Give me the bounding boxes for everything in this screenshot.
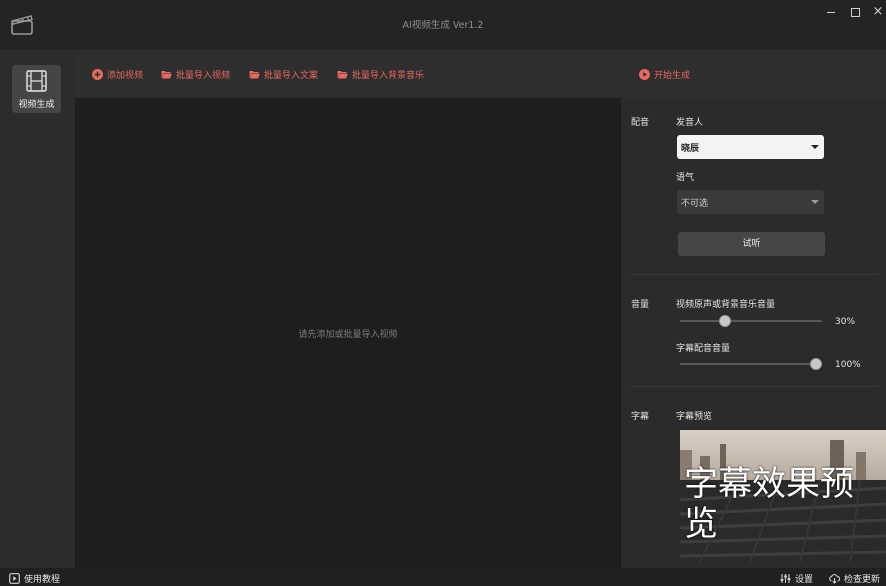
volume-section-label: 音量 <box>631 300 650 310</box>
add-video-label: 添加视频 <box>107 70 144 81</box>
settings-panel: 配音 发音人 晓辰 语气 不可选 试听 音量 视频原声或背景音乐音量 30% 字… <box>621 98 886 568</box>
tutorial-label: 使用教程 <box>24 575 61 585</box>
chevron-down-icon <box>811 200 819 204</box>
voice-select-value: 晓辰 <box>681 143 700 154</box>
video-list-area[interactable]: 请先添加或批量导入视频 <box>75 98 621 568</box>
film-icon <box>26 70 47 92</box>
sliders-icon <box>780 574 791 583</box>
batch-import-video-label: 批量导入视频 <box>176 70 231 81</box>
tutorial-button[interactable]: 使用教程 <box>9 572 60 585</box>
subtitle-preview-text: 字幕效果预览 <box>684 464 854 544</box>
window-title: AI视频生成 Ver1.2 <box>402 20 484 31</box>
batch-import-bgm-label: 批量导入背景音乐 <box>352 70 425 81</box>
folder-open-icon <box>337 70 348 78</box>
add-video-button[interactable]: 添加视频 <box>92 68 144 81</box>
check-update-button[interactable]: 检查更新 <box>829 572 880 585</box>
folder-open-icon <box>161 70 172 78</box>
batch-import-text-button[interactable]: 批量导入文案 <box>249 68 319 81</box>
batch-import-text-label: 批量导入文案 <box>264 70 319 81</box>
maximize-button[interactable] <box>849 6 861 18</box>
cloud-download-icon <box>829 574 840 584</box>
subtitle-preview-image: 字幕效果预览 <box>680 430 886 562</box>
settings-label: 设置 <box>795 575 814 585</box>
plus-circle-icon <box>92 68 103 80</box>
sidebar-item-label: 视频生成 <box>18 100 55 110</box>
sidebar: 视频生成 <box>0 50 75 568</box>
slider-thumb[interactable] <box>810 358 822 370</box>
slider-track <box>680 363 822 365</box>
start-generate-label: 开始生成 <box>654 70 691 81</box>
play-square-icon <box>9 573 20 584</box>
dubbing-section-label: 配音 <box>631 118 650 128</box>
batch-import-bgm-button[interactable]: 批量导入背景音乐 <box>337 68 425 81</box>
divider <box>629 274 879 275</box>
folder-open-icon <box>249 70 260 78</box>
divider <box>629 386 879 387</box>
dub-volume-slider[interactable] <box>680 358 822 370</box>
voice-select[interactable]: 晓辰 <box>677 135 824 159</box>
title-bar: AI视频生成 Ver1.2 × <box>0 0 886 50</box>
dub-volume-value: 100% <box>835 360 861 370</box>
subtitle-section-label: 字幕 <box>631 412 650 422</box>
sidebar-item-video-generation[interactable]: 视频生成 <box>12 65 61 113</box>
tone-select[interactable]: 不可选 <box>677 190 824 214</box>
slider-track <box>680 320 822 322</box>
voice-label: 发音人 <box>676 118 704 128</box>
start-generate-button[interactable]: 开始生成 <box>639 68 691 81</box>
tone-select-value: 不可选 <box>681 198 709 209</box>
status-bar: 使用教程 设置 检查更新 <box>0 568 886 586</box>
subtitle-preview-label: 字幕预览 <box>676 412 713 422</box>
close-button[interactable]: × <box>872 5 884 18</box>
slider-thumb[interactable] <box>719 315 731 327</box>
settings-button[interactable]: 设置 <box>780 572 813 585</box>
dub-volume-label: 字幕配音音量 <box>676 344 731 354</box>
chevron-down-icon <box>811 145 819 149</box>
tone-label: 语气 <box>676 173 695 183</box>
batch-import-video-button[interactable]: 批量导入视频 <box>161 68 231 81</box>
bgm-volume-value: 30% <box>835 317 856 327</box>
bgm-volume-slider[interactable] <box>680 315 822 327</box>
toolbar: 添加视频 批量导入视频 批量导入文案 批量导入背景音乐 开始生成 <box>75 50 886 98</box>
minimize-button[interactable] <box>825 6 837 18</box>
play-circle-icon <box>639 68 650 80</box>
bgm-volume-label: 视频原声或背景音乐音量 <box>676 300 776 310</box>
empty-placeholder: 请先添加或批量导入视频 <box>298 330 398 340</box>
audition-button[interactable]: 试听 <box>678 232 825 256</box>
check-update-label: 检查更新 <box>844 575 881 585</box>
